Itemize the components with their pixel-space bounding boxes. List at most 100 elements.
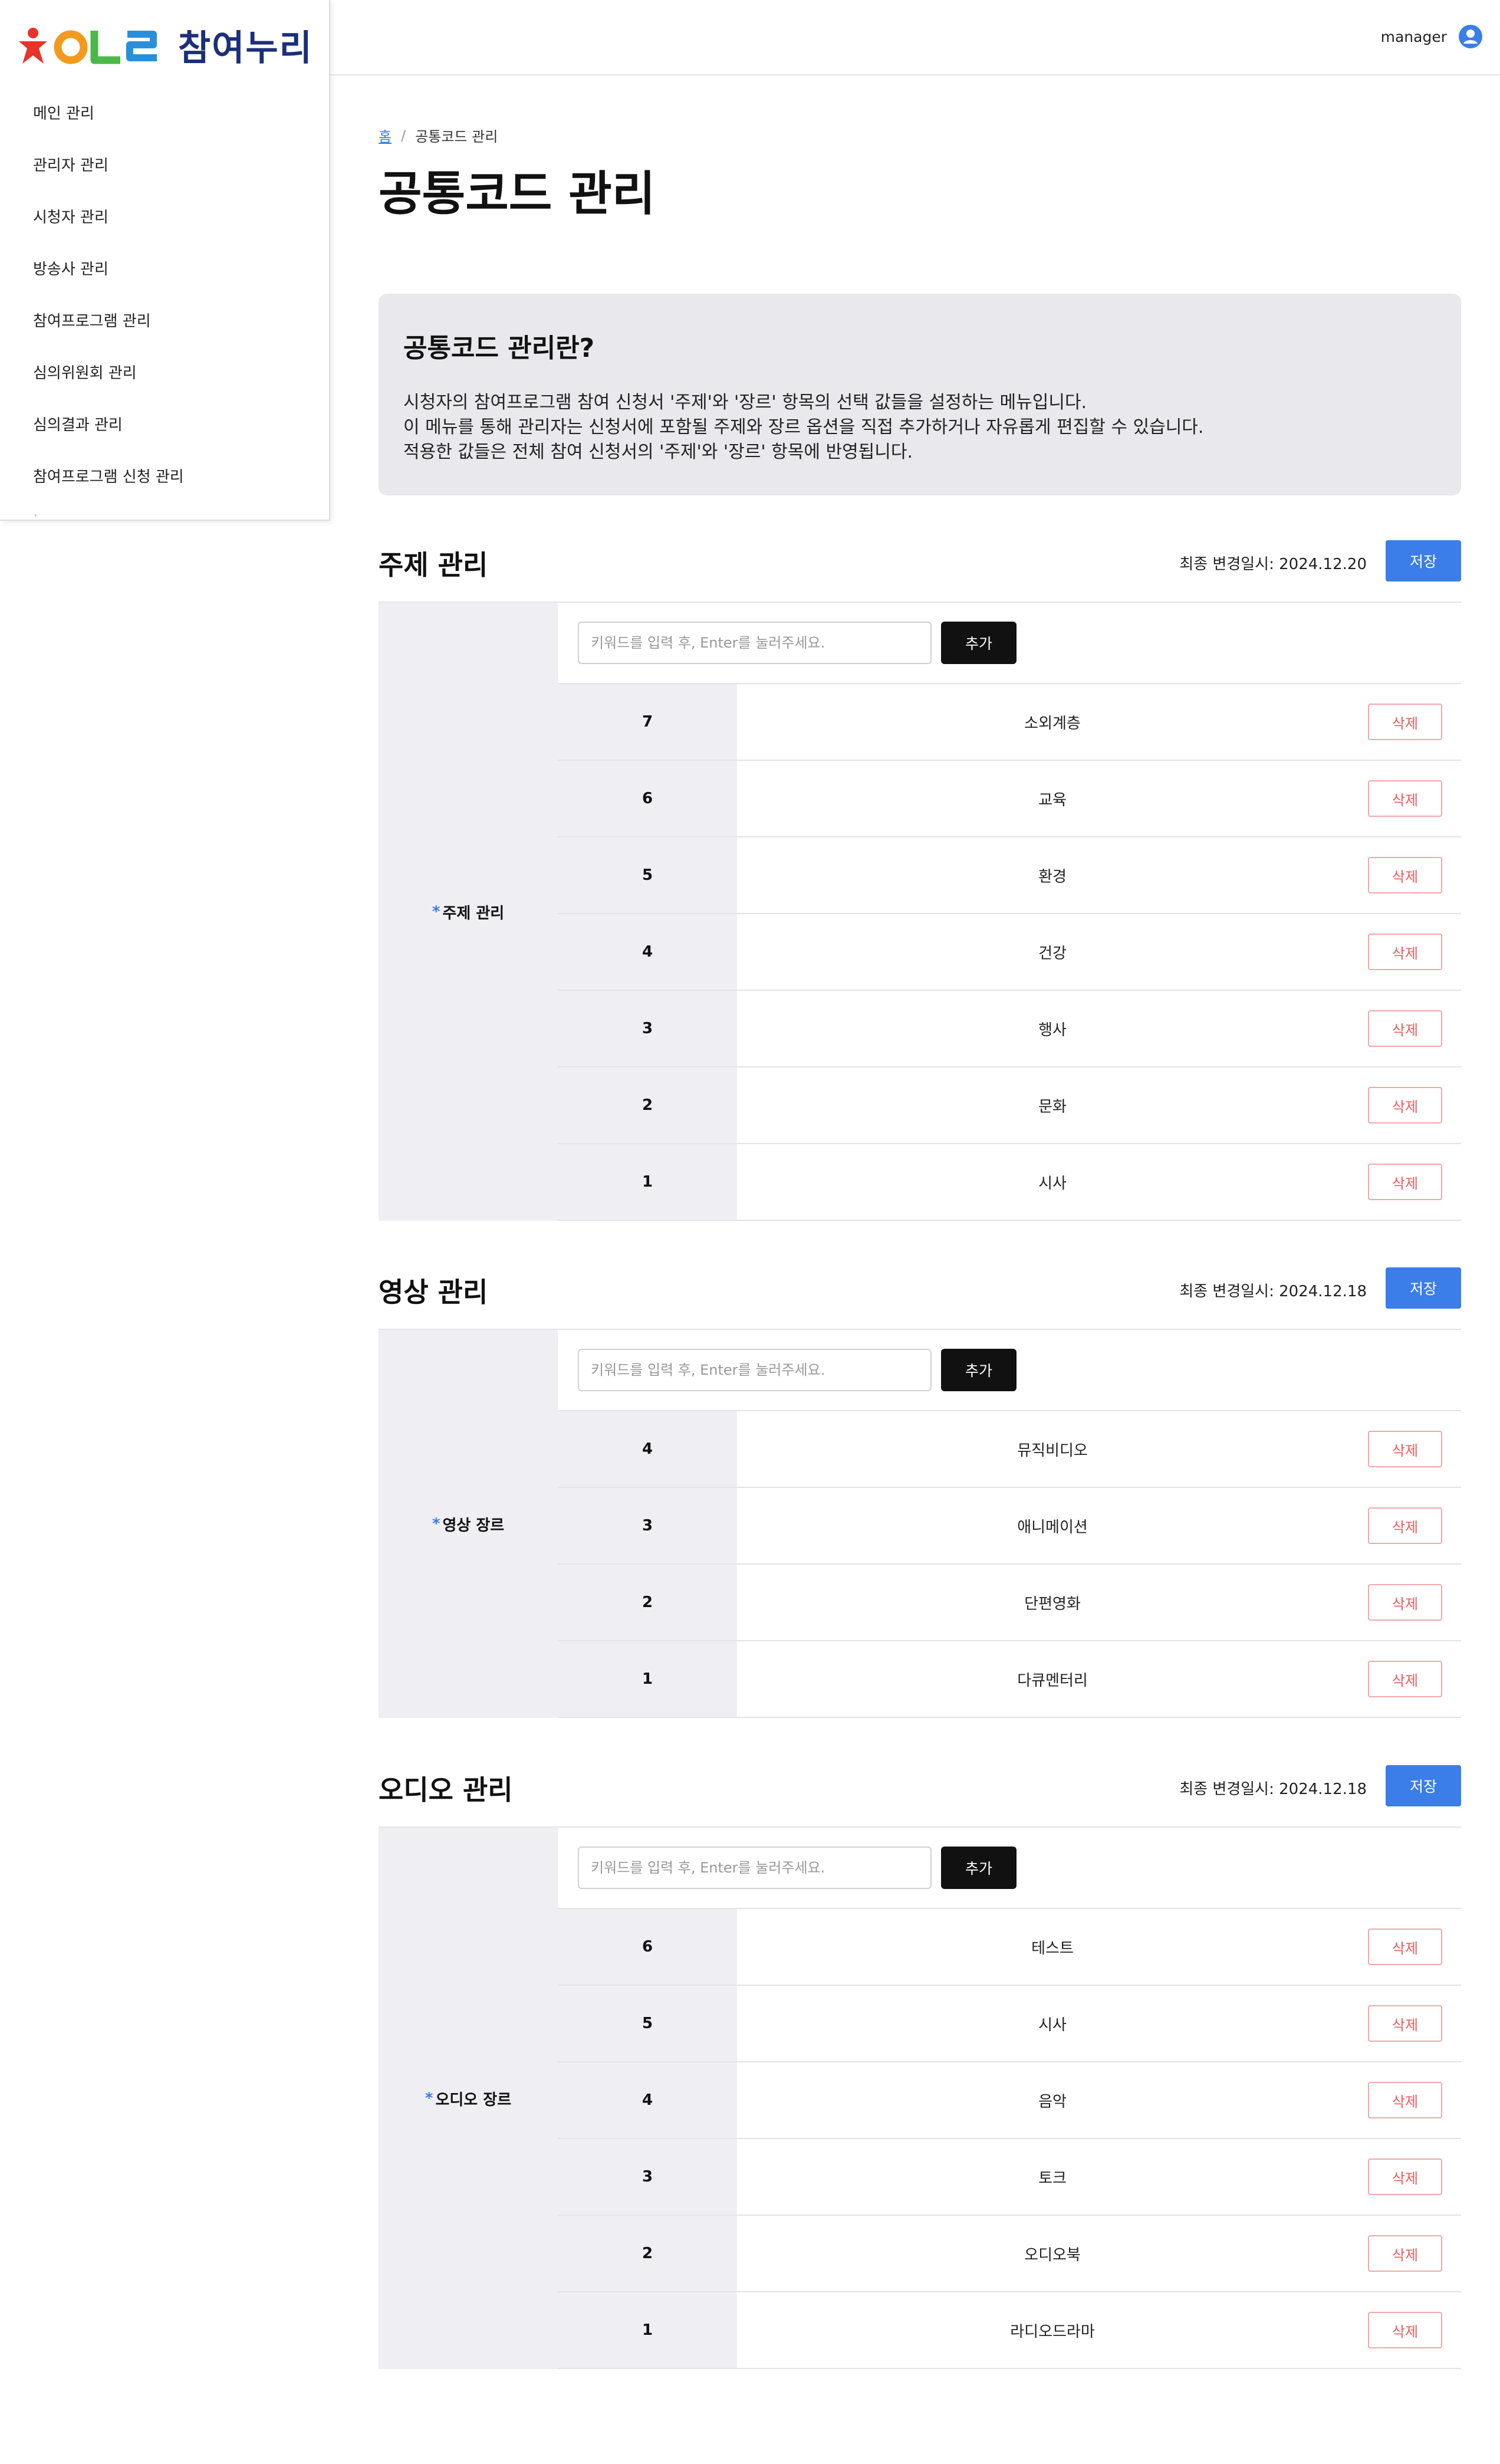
row-number: 1 bbox=[558, 2292, 737, 2368]
row-number: 3 bbox=[558, 1488, 737, 1563]
table-row: 5 환경 삭제 bbox=[558, 837, 1461, 914]
delete-button[interactable]: 삭제 bbox=[1368, 2235, 1442, 2272]
delete-button[interactable]: 삭제 bbox=[1368, 2082, 1442, 2118]
row-name: 건강 bbox=[1038, 944, 1067, 962]
table-row: 1 다큐멘터리 삭제 bbox=[558, 1641, 1461, 1718]
delete-button[interactable]: 삭제 bbox=[1368, 1507, 1442, 1544]
row-name: 단편영화 bbox=[1024, 1595, 1081, 1613]
user-menu[interactable]: manager bbox=[1381, 24, 1483, 50]
sidebar-item-admins[interactable]: 관리자 관리 bbox=[0, 138, 329, 190]
row-number: 7 bbox=[558, 684, 737, 760]
table-row: 7 소외계층 삭제 bbox=[558, 684, 1461, 761]
required-mark: * bbox=[432, 903, 440, 921]
logo-mark bbox=[17, 21, 164, 68]
add-row: 추가 bbox=[558, 603, 1461, 684]
table-row: 4 뮤직비디오 삭제 bbox=[558, 1411, 1461, 1488]
row-number: 4 bbox=[558, 2062, 737, 2138]
field-label-text: 주제 관리 bbox=[442, 904, 505, 922]
row-number: 6 bbox=[558, 1909, 737, 1985]
breadcrumb-home[interactable]: 홈 bbox=[379, 125, 392, 146]
row-number: 2 bbox=[558, 1565, 737, 1640]
sidebar-item-applications[interactable]: 참여프로그램 신청 관리 bbox=[0, 449, 329, 501]
info-line: 시청자의 참여프로그램 참여 신청서 '주제'와 '장르' 항목의 선택 값들을… bbox=[403, 392, 1087, 413]
row-name: 테스트 bbox=[1031, 1939, 1074, 1957]
table-row: 4 음악 삭제 bbox=[558, 2062, 1461, 2139]
delete-button[interactable]: 삭제 bbox=[1368, 1929, 1442, 1965]
field-label: * 영상 장르 bbox=[379, 1330, 558, 1718]
breadcrumb-separator: / bbox=[401, 127, 406, 144]
logo[interactable]: 참여누리 bbox=[17, 21, 313, 69]
delete-button[interactable]: 삭제 bbox=[1368, 1431, 1442, 1467]
row-number: 6 bbox=[558, 761, 737, 836]
add-button[interactable]: 추가 bbox=[941, 1847, 1017, 1889]
sidebar-item-broadcasters[interactable]: 방송사 관리 bbox=[0, 242, 329, 294]
required-mark: * bbox=[425, 2090, 433, 2107]
code-table: * 오디오 장르 추가 6테스트삭제 5시사삭제 4음악삭제 3토크삭제 2오디… bbox=[379, 1826, 1461, 2369]
table-row: 3 애니메이션 삭제 bbox=[558, 1488, 1461, 1565]
user-name: manager bbox=[1380, 28, 1447, 45]
sidebar-item-programs[interactable]: 참여프로그램 관리 bbox=[0, 294, 329, 346]
keyword-input[interactable] bbox=[578, 1847, 932, 1889]
row-name: 행사 bbox=[1038, 1021, 1067, 1039]
table-row: 1 시사 삭제 bbox=[558, 1144, 1461, 1221]
section-header: 주제 관리 최종 변경일시: 2024.12.20 저장 bbox=[379, 540, 1461, 581]
delete-button[interactable]: 삭제 bbox=[1368, 780, 1442, 817]
delete-button[interactable]: 삭제 bbox=[1368, 2005, 1442, 2042]
field-label-text: 영상 장르 bbox=[442, 1516, 505, 1535]
table-row: 5 시사 삭제 bbox=[558, 1986, 1461, 2062]
sidebar-item-clipped[interactable]: · bbox=[0, 501, 329, 520]
info-box: 공통코드 관리란? 시청자의 참여프로그램 참여 신청서 '주제'와 '장르' … bbox=[379, 294, 1461, 495]
row-number: 3 bbox=[558, 2139, 737, 2215]
add-row: 추가 bbox=[558, 1330, 1461, 1411]
add-button[interactable]: 추가 bbox=[941, 1349, 1017, 1391]
sidebar-item-results[interactable]: 심의결과 관리 bbox=[0, 397, 329, 449]
field-label: * 오디오 장르 bbox=[379, 1828, 558, 2369]
sidebar-nav: 메인 관리 관리자 관리 시청자 관리 방송사 관리 참여프로그램 관리 심의위… bbox=[0, 86, 329, 520]
info-title: 공통코드 관리란? bbox=[403, 333, 595, 363]
sidebar-item-main[interactable]: 메인 관리 bbox=[0, 86, 329, 138]
save-button[interactable]: 저장 bbox=[1386, 1765, 1461, 1806]
required-mark: * bbox=[432, 1515, 440, 1533]
row-number: 5 bbox=[558, 837, 737, 913]
sidebar-item-committee[interactable]: 심의위원회 관리 bbox=[0, 346, 329, 397]
section-title: 주제 관리 bbox=[379, 549, 488, 581]
save-button[interactable]: 저장 bbox=[1386, 540, 1461, 581]
section-header: 오디오 관리 최종 변경일시: 2024.12.18 저장 bbox=[379, 1765, 1461, 1806]
sidebar-item-viewers[interactable]: 시청자 관리 bbox=[0, 190, 329, 242]
table-row: 2 오디오북 삭제 bbox=[558, 2216, 1461, 2292]
row-name: 시사 bbox=[1038, 2016, 1067, 2034]
delete-button[interactable]: 삭제 bbox=[1368, 934, 1442, 970]
topic-section: 주제 관리 최종 변경일시: 2024.12.20 저장 * 주제 관리 추가 … bbox=[379, 540, 1461, 1221]
add-row: 추가 bbox=[558, 1828, 1461, 1909]
delete-button[interactable]: 삭제 bbox=[1368, 1164, 1442, 1200]
delete-button[interactable]: 삭제 bbox=[1368, 704, 1442, 740]
delete-button[interactable]: 삭제 bbox=[1368, 1661, 1442, 1697]
user-circle-icon[interactable] bbox=[1458, 24, 1483, 50]
table-row: 3 토크 삭제 bbox=[558, 2139, 1461, 2216]
row-name: 라디오드라마 bbox=[1010, 2322, 1095, 2341]
row-name: 소외계층 bbox=[1024, 714, 1081, 732]
delete-button[interactable]: 삭제 bbox=[1368, 2312, 1442, 2348]
keyword-input[interactable] bbox=[578, 622, 932, 664]
delete-button[interactable]: 삭제 bbox=[1368, 857, 1442, 893]
audio-section: 오디오 관리 최종 변경일시: 2024.12.18 저장 * 오디오 장르 추… bbox=[379, 1765, 1461, 2369]
row-name: 애니메이션 bbox=[1017, 1518, 1088, 1536]
add-button[interactable]: 추가 bbox=[941, 622, 1017, 664]
table-row: 3 행사 삭제 bbox=[558, 991, 1461, 1067]
keyword-input[interactable] bbox=[578, 1349, 932, 1391]
table-row: 4 건강 삭제 bbox=[558, 914, 1461, 991]
last-modified: 최종 변경일시: 2024.12.20 bbox=[1179, 556, 1367, 573]
delete-button[interactable]: 삭제 bbox=[1368, 1010, 1442, 1047]
row-name: 다큐멘터리 bbox=[1017, 1671, 1088, 1690]
row-name: 뮤직비디오 bbox=[1017, 1441, 1088, 1460]
delete-button[interactable]: 삭제 bbox=[1368, 1584, 1442, 1621]
delete-button[interactable]: 삭제 bbox=[1368, 2159, 1442, 2195]
info-line: 이 메뉴를 통해 관리자는 신청서에 포함될 주제와 장르 옵션을 직접 추가하… bbox=[403, 417, 1204, 438]
row-number: 2 bbox=[558, 2216, 737, 2291]
delete-button[interactable]: 삭제 bbox=[1368, 1087, 1442, 1123]
save-button[interactable]: 저장 bbox=[1386, 1267, 1461, 1309]
logo-text: 참여누리 bbox=[178, 27, 313, 69]
row-name: 음악 bbox=[1038, 2092, 1067, 2111]
breadcrumb-current: 공통코드 관리 bbox=[415, 129, 498, 145]
row-number: 3 bbox=[558, 991, 737, 1066]
